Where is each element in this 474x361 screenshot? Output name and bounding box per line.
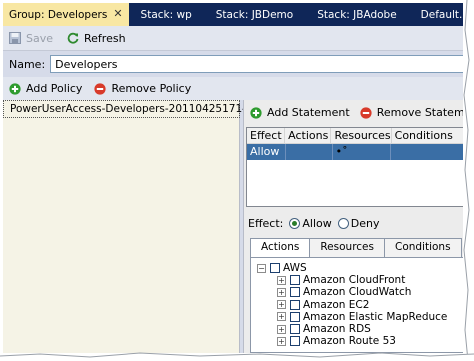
effect-label: Effect: [248,216,284,230]
statement-toolbar: Add Statement Remove Statement [244,100,464,125]
tree-node-label: Amazon CloudWatch [303,286,412,299]
deny-label: Deny [350,216,380,230]
tree-node-label: Amazon Route 53 [303,335,396,348]
tree-node[interactable]: + Amazon EC2 [251,299,464,311]
column-header-conditions[interactable]: Conditions [392,128,464,144]
column-header-resources[interactable]: Resources [331,128,392,144]
add-policy-button[interactable]: Add Policy [9,82,82,95]
tab-stack-jbdemo[interactable]: Stack: JBDemo [204,3,305,26]
expand-icon[interactable]: + [277,275,286,285]
main-toolbar: Save Refresh [3,26,464,51]
tab-actions[interactable]: Actions [250,238,311,257]
column-header-actions[interactable]: Actions [285,128,332,144]
save-label: Save [26,31,54,45]
cell-resources: •˚ [333,144,391,160]
tab-conditions[interactable]: Conditions [383,238,462,257]
tree-node-label: Amazon RDS [303,323,371,336]
effect-row: Effect: Allow Deny [248,214,379,232]
checkbox[interactable] [290,299,300,310]
effect-allow-radio[interactable]: Allow [289,216,332,230]
tree-node[interactable]: + Amazon Elastic MapReduce [251,311,464,323]
name-label: Name: [9,57,46,71]
expand-icon[interactable]: + [277,312,286,322]
tree-node-label: Amazon CloudFront [303,274,406,287]
refresh-label: Refresh [84,31,126,45]
radio-unselected-icon [337,217,349,229]
policy-list: PowerUserAccess-Developers-201104251714 [3,100,249,353]
cell-conditions [391,144,464,160]
add-statement-label: Add Statement [267,106,350,119]
effect-deny-radio[interactable]: Deny [337,216,380,230]
refresh-button[interactable]: Refresh [67,32,126,45]
checkbox[interactable] [290,311,300,322]
checkbox[interactable] [270,263,280,274]
torn-edge-bottom [0,352,474,361]
close-icon[interactable]: ✕ [113,8,122,19]
tree-node-label: Amazon EC2 [303,298,370,311]
allow-label: Allow [302,216,332,230]
remove-policy-button[interactable]: Remove Policy [94,82,191,95]
tab-stack-wp[interactable]: Stack: wp [129,3,204,26]
tab-stack-jbadobe[interactable]: Stack: JBAdobe [305,3,408,26]
torn-edge-right [463,0,470,361]
remove-icon [94,82,107,95]
policy-list-item[interactable]: PowerUserAccess-Developers-201104251714 [3,100,249,118]
name-row: Name: [3,52,464,76]
tab-label: Group: Developers [9,9,108,21]
statement-subtabs: Actions Resources Conditions [250,238,464,257]
collapse-icon[interactable]: − [257,263,266,273]
checkbox[interactable] [290,324,300,335]
tab-group-developers[interactable]: Group: Developers ✕ [3,3,129,26]
tree-node-label: Amazon Elastic MapReduce [303,310,448,323]
policy-toolbar: Add Policy Remove Policy [3,77,464,100]
tree-node[interactable]: + Amazon CloudFront [251,274,464,286]
tab-resources[interactable]: Resources [309,238,385,257]
add-statement-button[interactable]: Add Statement [250,106,350,119]
statements-table: Effect Actions Resources Conditions Allo… [246,127,464,207]
remove-statement-button[interactable]: Remove Statement [360,106,464,119]
document-tab-strip: Group: Developers ✕ Stack: wp Stack: JBD… [3,3,464,26]
cell-actions [286,144,333,160]
table-header: Effect Actions Resources Conditions [247,128,464,144]
statement-pane: Add Statement Remove Statement Effect Ac… [243,100,464,353]
add-icon [9,82,21,95]
cell-effect: Allow [247,144,286,160]
name-input[interactable] [50,55,464,73]
expand-icon[interactable]: + [277,287,286,297]
expand-icon[interactable]: + [277,336,286,346]
add-icon [250,106,262,119]
tab-default-aspx[interactable]: Default.aspx [409,3,464,26]
checkbox[interactable] [290,336,300,347]
tree-node[interactable]: + Amazon Route 53 [251,335,464,347]
table-row[interactable]: Allow •˚ [247,144,464,160]
radio-selected-icon [289,217,301,229]
expand-icon[interactable]: + [277,324,286,334]
tree-node[interactable]: + Amazon CloudWatch [251,286,464,298]
checkbox[interactable] [290,275,300,286]
save-button[interactable]: Save [9,32,53,45]
add-policy-label: Add Policy [26,82,83,95]
column-header-effect[interactable]: Effect [247,128,286,144]
remove-statement-label: Remove Statement [376,106,464,119]
actions-tree: − AWS + Amazon CloudFront + Amazon Cloud… [250,257,464,353]
remove-policy-label: Remove Policy [111,82,192,95]
tree-node-root[interactable]: − AWS [251,262,464,274]
checkbox[interactable] [290,287,300,298]
tree-node[interactable]: + Amazon RDS [251,323,464,335]
app-window: Group: Developers ✕ Stack: wp Stack: JBD… [3,3,464,353]
refresh-icon [67,32,79,44]
tree-node-label: AWS [283,262,307,275]
expand-icon[interactable]: + [277,300,286,310]
remove-icon [360,106,372,119]
save-icon [9,32,21,44]
